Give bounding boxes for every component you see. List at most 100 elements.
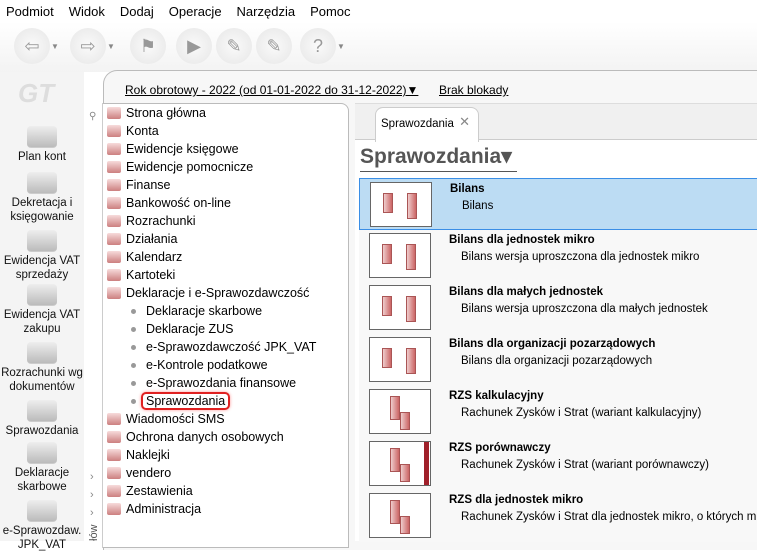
tree-subitem-deklaracje-zus[interactable]: Deklaracje ZUS [131, 320, 234, 338]
tree-item-kalendarz[interactable]: Kalendarz [107, 248, 182, 266]
menu-widok[interactable]: Widok [69, 4, 105, 19]
tree-item-ochrona-danych[interactable]: Ochrona danych osobowych [107, 428, 284, 446]
tree-item-ewidencje-pomocnicze[interactable]: Ewidencje pomocnicze [107, 158, 253, 176]
shortcut-rozrachunki[interactable]: Rozrachunki wg dokumentów [0, 342, 84, 394]
report-row[interactable]: Bilans dla małych jednostek Bilans wersj… [359, 282, 757, 334]
shortcut-vat-zakupu[interactable]: Ewidencja VAT zakupu [0, 284, 84, 336]
shortcut-deklaracje[interactable]: Deklaracje skarbowe [0, 442, 84, 494]
tree-item-finanse[interactable]: Finanse [107, 176, 170, 194]
balance-chart-icon [369, 337, 431, 382]
shortcut-dekretacja[interactable]: Dekretacja i księgowanie [0, 172, 84, 224]
ledger-icon [107, 143, 121, 155]
profit-loss-chart-icon [369, 441, 431, 486]
forward-icon[interactable]: ⇨ [70, 28, 106, 64]
coins-icon [27, 230, 57, 252]
tree-item-kartoteki[interactable]: Kartoteki [107, 266, 175, 284]
calendar-icon [107, 251, 121, 263]
back-dropdown-icon[interactable]: ▼ [51, 42, 59, 51]
report-description: Bilans dla organizacji pozarządowych [461, 355, 653, 367]
shortcut-bar: GT Plan kont Dekretacja i księgowanie Ew… [0, 72, 84, 551]
report-description: Rachunek Zysków i Strat (wariant kalkula… [461, 407, 702, 419]
edit-disabled-icon[interactable]: ✎ [256, 28, 292, 64]
menu-bar: Podmiot Widok Dodaj Operacje Narzędzia P… [0, 0, 757, 22]
fiscal-year-selector[interactable]: Rok obrotowy - 2022 (od 01-01-2022 do 31… [125, 83, 418, 97]
tree-item-bankowosc[interactable]: Bankowość on-line [107, 194, 231, 212]
report-row[interactable]: RZS dla jednostek mikro Rachunek Zysków … [359, 490, 757, 542]
menu-pomoc[interactable]: Pomoc [310, 4, 350, 19]
shortcut-jpk[interactable]: e-Sprawozdaw. JPK_VAT [0, 500, 84, 552]
report-row[interactable]: RZS porównawczy Rachunek Zysków i Strat … [359, 438, 757, 490]
vendero-icon [107, 467, 121, 479]
menu-dodaj[interactable]: Dodaj [120, 4, 154, 19]
page-title[interactable]: Sprawozdania▾ [360, 143, 517, 172]
report-title: Bilans dla jednostek mikro [449, 234, 595, 246]
bullet-icon [131, 380, 136, 386]
shortcut-vat-sprzedazy[interactable]: Ewidencja VAT sprzedaży [0, 230, 84, 282]
settlements-icon [27, 342, 57, 364]
tree-item-sms[interactable]: Wiadomości SMS [107, 410, 225, 428]
forward-dropdown-icon[interactable]: ▼ [107, 42, 115, 51]
report-row[interactable]: Bilans dla jednostek mikro Bilans wersja… [359, 230, 757, 282]
chart-of-accounts-icon [27, 126, 57, 148]
menu-podmiot[interactable]: Podmiot [6, 4, 54, 19]
accounts-icon [107, 125, 121, 137]
tree-subitem-sprawozdania[interactable]: Sprawozdania [131, 391, 231, 411]
report-row[interactable]: Bilans dla organizacji pozarządowych Bil… [359, 334, 757, 386]
balance-chart-icon [369, 233, 431, 278]
report-title: RZS dla jednostek mikro [449, 494, 584, 506]
edit-icon[interactable]: ✎ [216, 28, 252, 64]
tree-subitem-deklaracje-skarbowe[interactable]: Deklaracje skarbowe [131, 302, 262, 320]
bullet-icon [131, 308, 136, 314]
report-title: Bilans [450, 183, 485, 195]
report-title: Bilans dla małych jednostek [449, 286, 604, 298]
chevron-right-icon[interactable]: › [90, 471, 94, 483]
pin-icon[interactable]: ⚲ [89, 111, 96, 122]
report-title: RZS kalkulacyjny [449, 390, 544, 402]
sms-icon [107, 413, 121, 425]
tree-item-administracja[interactable]: Administracja [107, 500, 201, 518]
tree-item-konta[interactable]: Konta [107, 122, 159, 140]
menu-narzedzia[interactable]: Narzędzia [237, 4, 296, 19]
tree-subitem-e-kontrole[interactable]: e-Kontrole podatkowe [131, 356, 268, 374]
run-icon[interactable]: ▶ [176, 28, 212, 64]
labels-icon [107, 449, 121, 461]
back-icon[interactable]: ⇦ [14, 28, 50, 64]
help-icon[interactable]: ? [300, 28, 336, 64]
report-row[interactable]: Bilans Bilans [359, 178, 757, 230]
report-description: Rachunek Zysków i Strat (wariant porówna… [461, 459, 709, 471]
tree-item-naklejki[interactable]: Naklejki [107, 446, 170, 464]
help-dropdown-icon[interactable]: ▼ [337, 42, 345, 51]
tree-item-deklaracje[interactable]: Deklaracje i e-Sprawozdawczość [107, 284, 309, 302]
declarations-icon [27, 442, 57, 464]
report-title: RZS porównawczy [449, 442, 551, 454]
tab-sprawozdania[interactable]: Sprawozdania ✕ [375, 107, 479, 142]
tree-item-rozrachunki[interactable]: Rozrachunki [107, 212, 195, 230]
menu-operacje[interactable]: Operacje [169, 4, 222, 19]
shortcut-sprawozdania[interactable]: Sprawozdania [0, 400, 84, 438]
report-row[interactable]: RZS kalkulacyjny Rachunek Zysków i Strat… [359, 386, 757, 438]
balance-chart-icon [370, 182, 432, 227]
tree-side-strip: ⚲ › › › [87, 103, 103, 548]
tree-item-zestawienia[interactable]: Zestawienia [107, 482, 193, 500]
shortcut-plan-kont[interactable]: Plan kont [0, 126, 84, 164]
home-flag-icon[interactable]: ⚑ [130, 28, 166, 64]
bullet-icon [131, 362, 136, 368]
check-icon [107, 215, 121, 227]
purchase-icon [27, 284, 57, 306]
profit-loss-chart-icon [369, 493, 431, 538]
tree-item-ewidencje-ksiegowe[interactable]: Ewidencje księgowe [107, 140, 239, 158]
chevron-right-icon[interactable]: › [90, 507, 94, 519]
profit-loss-chart-icon [369, 389, 431, 434]
tree-subitem-e-sprawozdania[interactable]: e-Sprawozdania finansowe [131, 374, 296, 392]
reports-icon [27, 400, 57, 422]
tree-item-strona-glowna[interactable]: Strona główna [107, 104, 206, 122]
chevron-right-icon[interactable]: › [90, 489, 94, 501]
close-icon[interactable]: ✕ [459, 114, 470, 130]
tree-subitem-jpk-vat[interactable]: e-Sprawozdawczość JPK_VAT [131, 338, 316, 356]
bullet-icon [131, 344, 136, 350]
tree-item-dzialania[interactable]: Działania [107, 230, 177, 248]
toolbar: ⇦ ▼ ⇨ ▼ ⚑ ▶ ✎ ✎ ? ▼ [0, 22, 757, 72]
tree-item-vendero[interactable]: vendero [107, 464, 171, 482]
lock-status-link[interactable]: Brak blokady [439, 83, 508, 97]
files-icon [107, 269, 121, 281]
